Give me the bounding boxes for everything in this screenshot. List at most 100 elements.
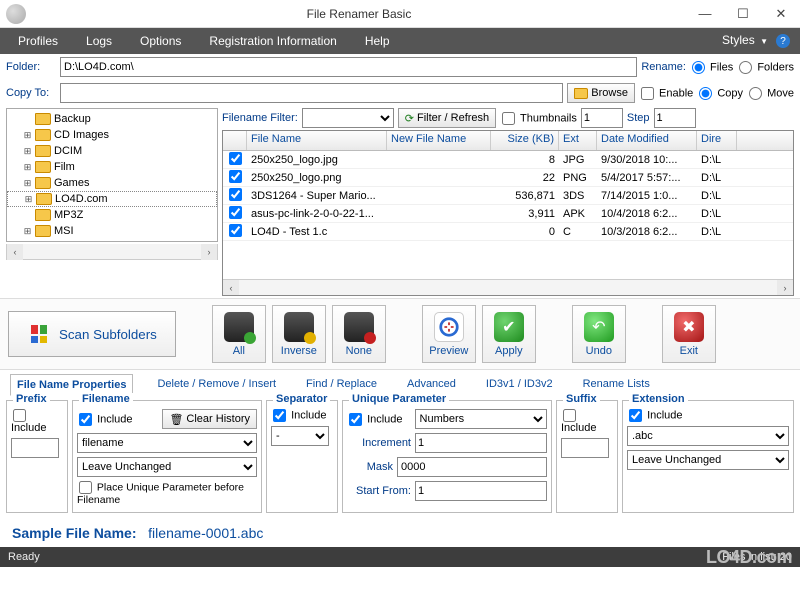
scan-subfolders-button[interactable]: Scan Subfolders: [8, 311, 176, 357]
select-inverse-button[interactable]: Inverse: [272, 305, 326, 363]
table-row[interactable]: asus-pc-link-2-0-0-22-1...3,911APK10/4/2…: [223, 205, 793, 223]
filename-combo[interactable]: filename: [77, 433, 257, 453]
place-unique-check[interactable]: Place Unique Parameter before Filename: [77, 481, 257, 506]
cell-dir: D:\L: [697, 226, 737, 238]
sample-file-name: Sample File Name: filename-0001.abc: [0, 519, 800, 547]
cell-date: 9/30/2018 10:...: [597, 154, 697, 166]
menu-profiles[interactable]: Profiles: [4, 28, 72, 54]
folder-icon: [574, 88, 588, 99]
filename-case-combo[interactable]: Leave Unchanged: [77, 457, 257, 477]
mask-input[interactable]: [397, 457, 547, 477]
cell-dir: D:\L: [697, 208, 737, 220]
expand-icon[interactable]: ⊞: [23, 178, 32, 189]
menu-help[interactable]: Help: [351, 28, 404, 54]
col-filename[interactable]: File Name: [247, 131, 387, 150]
maximize-button[interactable]: ☐: [724, 0, 762, 28]
minimize-button[interactable]: —: [686, 0, 724, 28]
folder-input[interactable]: [60, 57, 637, 77]
clear-history-button[interactable]: 🗑 Clear History: [162, 409, 257, 429]
menu-options[interactable]: Options: [126, 28, 195, 54]
menu-registration[interactable]: Registration Information: [195, 28, 350, 54]
tree-item[interactable]: ⊞Film: [7, 159, 217, 175]
row-check[interactable]: [229, 224, 242, 237]
tree-scrollbar[interactable]: ‹›: [6, 244, 218, 260]
cell-ext: 3DS: [559, 190, 597, 202]
menu-styles[interactable]: Styles ▼: [720, 27, 770, 55]
help-icon[interactable]: ?: [776, 34, 790, 48]
filter-refresh-button[interactable]: ⟳ Filter / Refresh: [398, 108, 496, 128]
trash-icon: 🗑: [169, 413, 183, 426]
move-radio[interactable]: Move: [747, 87, 794, 100]
enable-checkbox[interactable]: Enable: [639, 87, 693, 100]
tree-item[interactable]: ⊞Games: [7, 175, 217, 191]
startfrom-input[interactable]: [415, 481, 547, 501]
tree-item[interactable]: ⊞DCIM: [7, 143, 217, 159]
tree-item[interactable]: MP3Z: [7, 207, 217, 223]
increment-input[interactable]: [415, 433, 547, 453]
browse-button[interactable]: Browse: [567, 83, 635, 103]
filename-include-check[interactable]: Include: [77, 413, 133, 426]
table-row[interactable]: 3DS1264 - Super Mario...536,8713DS7/14/2…: [223, 187, 793, 205]
unique-include-check[interactable]: Include: [347, 413, 403, 426]
prefix-input[interactable]: [11, 438, 59, 458]
col-dir[interactable]: Dire: [697, 131, 737, 150]
filter-combo[interactable]: [302, 108, 394, 128]
tab-id3[interactable]: ID3v1 / ID3v2: [480, 374, 559, 396]
col-size[interactable]: Size (KB): [491, 131, 559, 150]
expand-icon[interactable]: ⊞: [23, 146, 32, 157]
expand-icon[interactable]: ⊞: [23, 162, 32, 173]
expand-icon[interactable]: ⊞: [23, 130, 32, 141]
table-scrollbar[interactable]: ‹›: [223, 279, 793, 295]
col-ext[interactable]: Ext: [559, 131, 597, 150]
undo-button[interactable]: ↶Undo: [572, 305, 626, 363]
cell-ext: JPG: [559, 154, 597, 166]
col-date[interactable]: Date Modified: [597, 131, 697, 150]
thumbnails-checkbox[interactable]: Thumbnails: [500, 112, 577, 125]
filter-row: Filename Filter: ⟳ Filter / Refresh Thum…: [222, 108, 794, 128]
suffix-input[interactable]: [561, 438, 609, 458]
file-table[interactable]: File Name New File Name Size (KB) Ext Da…: [222, 130, 794, 296]
thumbnails-spinner[interactable]: [581, 108, 623, 128]
col-newfilename[interactable]: New File Name: [387, 131, 491, 150]
copyto-row: Copy To: Browse Enable Copy Move: [0, 80, 800, 106]
tab-delete-remove-insert[interactable]: Delete / Remove / Insert: [151, 374, 282, 396]
row-check[interactable]: [229, 188, 242, 201]
close-button[interactable]: ✕: [762, 0, 800, 28]
filter-label: Filename Filter:: [222, 112, 298, 124]
tree-item[interactable]: Backup: [7, 111, 217, 127]
step-spinner[interactable]: [654, 108, 696, 128]
row-check[interactable]: [229, 152, 242, 165]
startfrom-label: Start From:: [347, 485, 411, 497]
exit-button[interactable]: ✖Exit: [662, 305, 716, 363]
separator-include-check[interactable]: Include: [271, 409, 327, 422]
folder-icon: [36, 193, 52, 205]
expand-icon[interactable]: ⊞: [23, 226, 32, 237]
select-all-button[interactable]: All: [212, 305, 266, 363]
menu-logs[interactable]: Logs: [72, 28, 126, 54]
table-row[interactable]: 250x250_logo.png22PNG5/4/2017 5:57:...D:…: [223, 169, 793, 187]
row-check[interactable]: [229, 206, 242, 219]
separator-combo[interactable]: -: [271, 426, 329, 446]
copy-radio[interactable]: Copy: [697, 87, 743, 100]
unique-type-combo[interactable]: Numbers: [415, 409, 547, 429]
rename-files-radio[interactable]: Files: [690, 61, 733, 74]
prefix-include-check[interactable]: Include: [11, 409, 63, 434]
extension-combo[interactable]: .abc: [627, 426, 789, 446]
table-row[interactable]: LO4D - Test 1.c0C10/3/2018 6:2...D:\L: [223, 223, 793, 241]
extension-include-check[interactable]: Include: [627, 409, 683, 422]
preview-button[interactable]: Preview: [422, 305, 476, 363]
tree-item[interactable]: ⊞CD Images: [7, 127, 217, 143]
tree-item[interactable]: ⊞LO4D.com: [7, 191, 217, 207]
copyto-input[interactable]: [60, 83, 563, 103]
table-row[interactable]: 250x250_logo.jpg8JPG9/30/2018 10:...D:\L: [223, 151, 793, 169]
status-file-count: Files in list: 20: [722, 551, 792, 563]
expand-icon[interactable]: ⊞: [24, 194, 33, 205]
row-check[interactable]: [229, 170, 242, 183]
tree-item[interactable]: ⊞MSI: [7, 223, 217, 239]
rename-folders-radio[interactable]: Folders: [737, 61, 794, 74]
suffix-include-check[interactable]: Include: [561, 409, 613, 434]
extension-case-combo[interactable]: Leave Unchanged: [627, 450, 789, 470]
folder-tree[interactable]: Backup⊞CD Images⊞DCIM⊞Film⊞Games⊞LO4D.co…: [6, 108, 218, 242]
select-none-button[interactable]: None: [332, 305, 386, 363]
apply-button[interactable]: ✔Apply: [482, 305, 536, 363]
